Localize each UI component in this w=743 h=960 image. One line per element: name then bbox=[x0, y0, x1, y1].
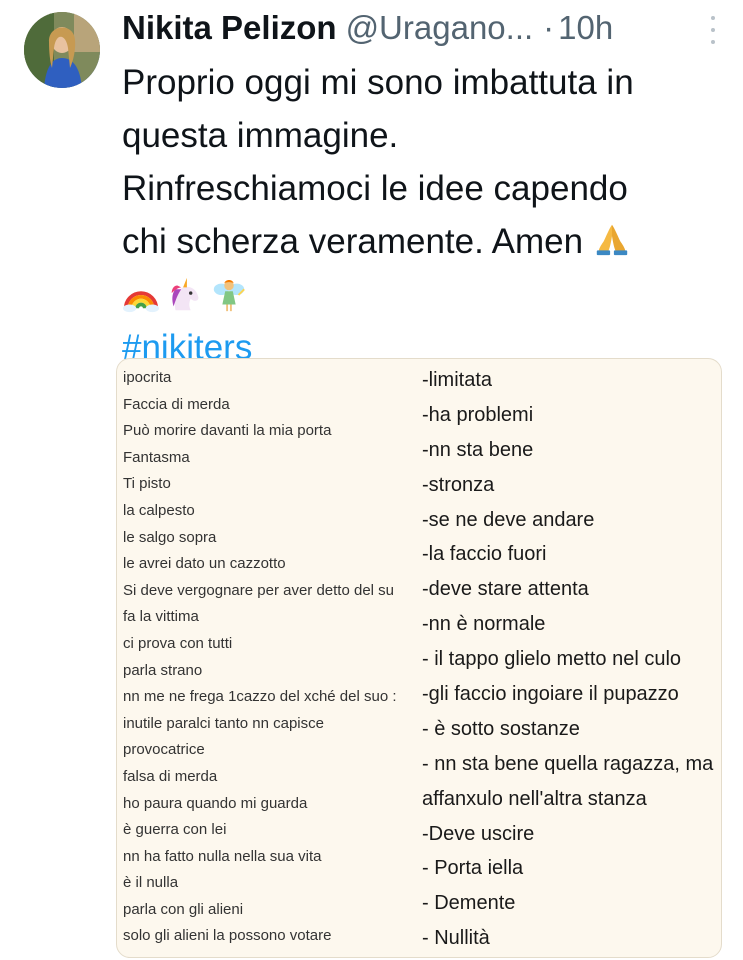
list-item: -ha problemi bbox=[422, 403, 534, 426]
list-item: affanxulo nell'altra stanza bbox=[422, 787, 647, 810]
rainbow-icon bbox=[122, 290, 160, 312]
list-item: ho paura quando mi guarda bbox=[123, 794, 308, 812]
list-item: la calpesto bbox=[123, 501, 195, 519]
author-handle[interactable]: @Uragano... bbox=[346, 9, 534, 47]
list-item: Faccia di merda bbox=[123, 395, 230, 413]
list-item: - nn sta bene quella ragazza, ma bbox=[422, 752, 714, 775]
image-right-column: -limitata -ha problemi -nn sta bene -str… bbox=[422, 363, 721, 956]
list-item: provocatrice bbox=[123, 741, 205, 759]
post-text-line: questa immagine. bbox=[122, 116, 399, 155]
list-item: Fantasma bbox=[123, 448, 190, 466]
list-item: -limitata bbox=[422, 369, 493, 391]
image-left-column: ipocrita Faccia di merda Può morire dava… bbox=[123, 365, 423, 950]
list-item: fa la vittima bbox=[123, 608, 199, 626]
list-item: parla con gli alieni bbox=[123, 900, 244, 918]
list-item: -stronza bbox=[422, 473, 495, 496]
list-item: -se ne deve andare bbox=[422, 508, 595, 531]
list-item: è guerra con lei bbox=[123, 821, 227, 839]
list-item: Si deve vergognare per aver detto del su bbox=[123, 581, 395, 599]
folded-hands-icon bbox=[596, 224, 627, 256]
fairy-icon bbox=[213, 279, 245, 311]
attached-image[interactable]: ipocrita Faccia di merda Può morire dava… bbox=[116, 358, 722, 958]
list-item: le avrei dato un cazzotto bbox=[123, 555, 286, 573]
separator-dot: · bbox=[543, 9, 555, 46]
list-item: nn ha fatto nulla nella sua vita bbox=[123, 847, 322, 865]
list-item: solo gli alieni la possono votare bbox=[123, 927, 332, 945]
list-item: Ti pisto bbox=[123, 475, 171, 493]
list-item: le salgo sopra bbox=[123, 528, 217, 546]
list-item: nn me ne frega 1cazzo del xché del suo : bbox=[123, 688, 397, 706]
post-header: Nikita Pelizon @Uragano... · 10h bbox=[122, 8, 719, 48]
list-item: - il tappo glielo metto nel culo bbox=[422, 648, 682, 671]
post-timestamp[interactable]: 10h bbox=[558, 9, 613, 47]
list-item: -deve stare attenta bbox=[422, 578, 589, 601]
list-item: è il nulla bbox=[123, 874, 179, 892]
post-text-line: Proprio oggi mi sono imbattuta in bbox=[122, 63, 634, 102]
author-avatar[interactable] bbox=[24, 12, 100, 88]
post-text: Proprio oggi mi sono imbattuta in questa… bbox=[122, 56, 722, 374]
post-text-line: chi scherza veramente. Amen bbox=[122, 222, 584, 261]
list-item: parla strano bbox=[123, 661, 203, 679]
list-item: ipocrita bbox=[123, 369, 172, 386]
unicorn-icon bbox=[171, 277, 199, 310]
list-item: ci prova con tutti bbox=[123, 634, 233, 652]
list-item: -Deve uscire bbox=[422, 822, 535, 845]
more-dot bbox=[711, 28, 715, 32]
author-name[interactable]: Nikita Pelizon bbox=[122, 9, 337, 47]
list-item: inutile paralci tanto nn capisce bbox=[123, 714, 324, 732]
post-text-line: Rinfreschiamoci le idee capendo bbox=[122, 169, 628, 208]
list-item: Può morire davanti la mia porta bbox=[123, 422, 332, 440]
emoji-row bbox=[122, 268, 722, 321]
list-item: - Nullità bbox=[422, 927, 490, 950]
avatar-photo bbox=[24, 12, 100, 88]
list-item: - Demente bbox=[422, 892, 516, 915]
list-item: -nn è normale bbox=[422, 613, 546, 636]
more-dot bbox=[711, 40, 715, 44]
post-text-line-with-emoji: chi scherza veramente. Amen bbox=[122, 215, 722, 268]
more-options-icon[interactable] bbox=[709, 16, 717, 44]
list-item: falsa di merda bbox=[123, 767, 218, 785]
list-item: -la faccio fuori bbox=[422, 543, 547, 566]
more-dot bbox=[711, 16, 715, 20]
list-item: -nn sta bene bbox=[422, 438, 534, 461]
list-item: -gli faccio ingoiare il pupazzo bbox=[422, 683, 679, 706]
list-item: - Porta iella bbox=[422, 857, 524, 880]
list-item: - è sotto sostanze bbox=[422, 717, 580, 740]
